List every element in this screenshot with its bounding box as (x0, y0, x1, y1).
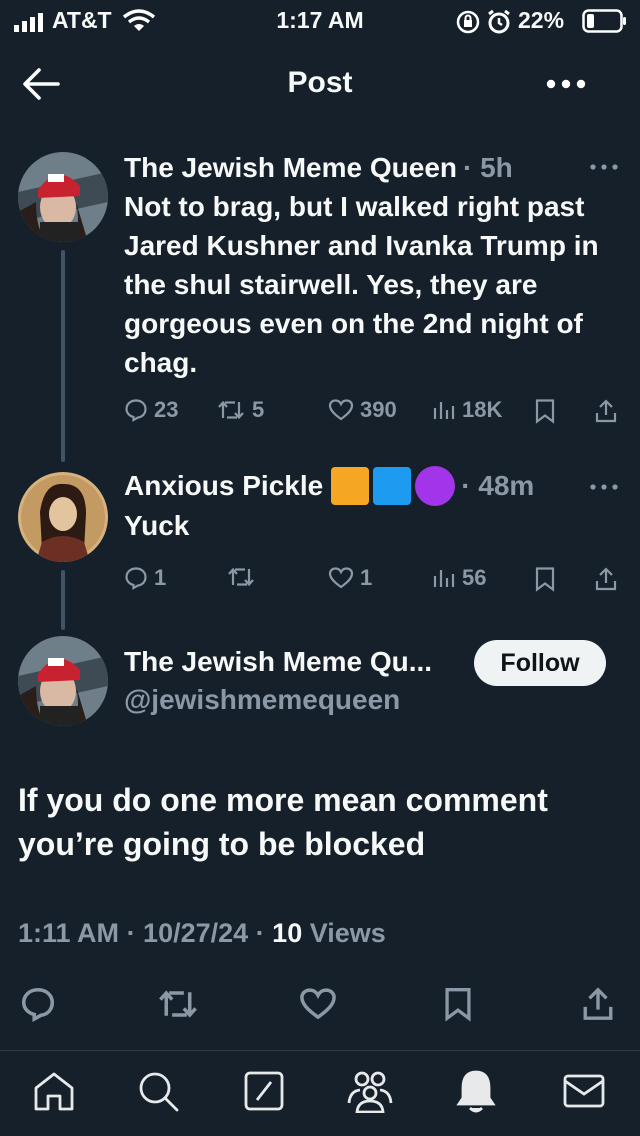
more-horizontal-icon (590, 164, 618, 170)
battery-icon (582, 9, 626, 33)
blue-square-badge (373, 467, 412, 505)
post-text: If you do one more mean comment you’re g… (18, 782, 548, 862)
bookmark-icon (535, 399, 555, 424)
nav-notifications[interactable] (448, 1063, 504, 1119)
reply-button[interactable] (16, 982, 60, 1026)
retweet-button[interactable] (154, 982, 202, 1026)
analytics-icon (433, 570, 455, 587)
retweet-icon (218, 400, 244, 420)
bookmark-button[interactable] (534, 398, 556, 424)
grok-icon (244, 1071, 284, 1111)
post-views-label: Views (309, 918, 386, 948)
orientation-lock-icon (456, 10, 480, 34)
share-button[interactable] (576, 982, 620, 1026)
tweet-text: Yuck (124, 510, 190, 541)
search-icon (139, 1072, 179, 1112)
avatar[interactable] (18, 636, 108, 726)
reply-button[interactable]: 23 (124, 397, 178, 423)
retweet-button[interactable] (226, 565, 262, 589)
like-button[interactable]: 1 (328, 565, 372, 591)
tweet-text: Not to brag, but I walked right past Jar… (124, 191, 599, 378)
bookmark-icon (535, 567, 555, 592)
heart-icon (300, 988, 336, 1020)
view-count: 18K (462, 397, 503, 422)
avatar[interactable] (18, 152, 108, 242)
more-options-button[interactable] (538, 64, 594, 104)
avatar[interactable] (18, 472, 108, 562)
share-icon (595, 399, 617, 423)
nav-communities[interactable] (342, 1063, 398, 1119)
like-button[interactable] (296, 982, 340, 1026)
more-horizontal-icon (546, 79, 586, 89)
nav-search[interactable] (130, 1063, 186, 1119)
messages-icon (563, 1074, 605, 1108)
share-icon (595, 567, 617, 591)
views-button[interactable]: 18K (432, 397, 502, 423)
analytics-icon (433, 402, 455, 419)
author-name[interactable]: Anxious Pickle (124, 470, 323, 502)
tweet-more-button[interactable] (586, 152, 622, 182)
bookmark-button[interactable] (436, 982, 480, 1026)
share-icon (583, 987, 613, 1020)
retweet-count: 5 (252, 397, 265, 422)
author-handle[interactable]: @jewishmemequeen (124, 684, 400, 716)
like-button[interactable]: 390 (328, 397, 397, 423)
thread-line (61, 250, 65, 462)
view-count: 56 (462, 565, 487, 590)
post-time: 1:11 AM (18, 918, 120, 948)
avatar-photo-icon (18, 152, 108, 242)
retweet-icon (228, 567, 254, 587)
tweet-time: · 5h (463, 152, 513, 183)
avatar-photo-icon (18, 472, 108, 562)
reply-icon (21, 987, 55, 1022)
home-icon (34, 1072, 74, 1111)
notifications-icon (456, 1070, 496, 1113)
retweet-button[interactable]: 5 (216, 397, 264, 423)
tweet-time: · 48m (461, 470, 535, 501)
orange-square-badge (331, 467, 370, 505)
reply-count: 1 (154, 565, 167, 590)
more-horizontal-icon (590, 484, 618, 490)
reply-icon (125, 567, 147, 590)
retweet-icon (159, 990, 197, 1018)
tweet-more-button[interactable] (586, 472, 622, 502)
follow-button[interactable]: Follow (474, 640, 606, 686)
bottom-nav (0, 1050, 640, 1136)
thread-line (61, 570, 65, 630)
heart-icon (328, 399, 354, 421)
bookmark-button[interactable] (534, 566, 556, 592)
share-button[interactable] (594, 566, 618, 592)
nav-home[interactable] (26, 1063, 82, 1119)
alarm-icon (488, 9, 510, 34)
status-bar: AT&T 1:17 AM 22% (0, 0, 640, 42)
like-count: 390 (360, 397, 397, 422)
avatar-photo-icon (18, 636, 108, 726)
share-button[interactable] (594, 398, 618, 424)
post-views-count: 10 (272, 918, 303, 948)
heart-icon (328, 567, 354, 589)
purple-circle-badge (415, 466, 456, 506)
nav-messages[interactable] (556, 1063, 612, 1119)
bookmark-icon (445, 988, 471, 1022)
nav-grok[interactable] (236, 1063, 292, 1119)
like-count: 1 (360, 565, 373, 590)
reply-button[interactable]: 1 (124, 565, 166, 591)
communities-icon (347, 1071, 393, 1113)
battery-percent: 22% (518, 7, 565, 33)
reply-icon (125, 399, 147, 422)
author-name[interactable]: The Jewish Meme Queen (124, 152, 457, 184)
post-date: · 10/27/24 · (126, 918, 265, 948)
author-name[interactable]: The Jewish Meme Qu... (124, 646, 432, 678)
post-meta: 1:11 AM · 10/27/24 · 10 Views (18, 918, 386, 949)
views-button[interactable]: 56 (432, 565, 486, 591)
reply-count: 23 (154, 397, 179, 422)
